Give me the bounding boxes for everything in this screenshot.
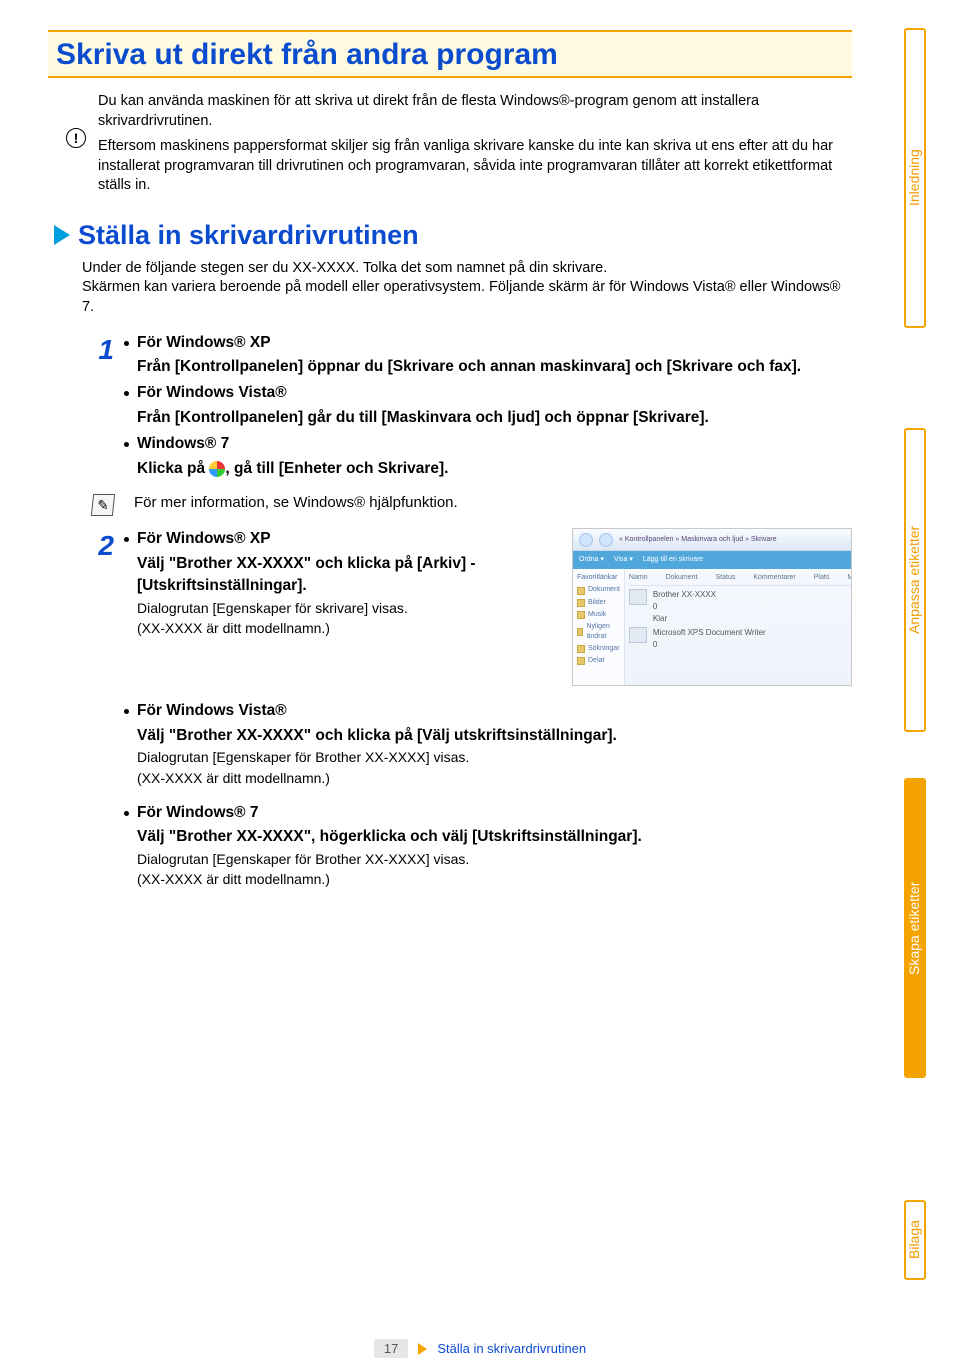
- step2-vista-s1: Dialogrutan [Egenskaper för Brother XX-X…: [124, 747, 852, 767]
- step2-vista-head: För Windows Vista®: [137, 702, 287, 719]
- heading-bar: Skriva ut direkt från andra program: [48, 30, 852, 78]
- step2-w7-s2: (XX-XXXX är ditt modellnamn.): [124, 869, 852, 889]
- note-text: För mer information, se Windows® hjälpfu…: [134, 494, 852, 516]
- section-title: Ställa in skrivardrivrutinen: [78, 220, 419, 251]
- sidebar-head: Favoritlänkar: [577, 573, 620, 583]
- step2-xp-s2: (XX-XXXX är ditt modellnamn.): [124, 618, 558, 638]
- intro-text-1: Du kan använda maskinen för att skriva u…: [98, 92, 846, 131]
- step2-xp-s1: Dialogrutan [Egenskaper för skrivare] vi…: [124, 598, 558, 618]
- note-row: ✎ För mer information, se Windows® hjälp…: [76, 488, 852, 522]
- bullet-icon: [124, 709, 129, 714]
- screenshot-thumbnail: « Kontrollpanelen » Maskinvara och ljud …: [572, 528, 852, 686]
- step2-xp-l1: Välj "Brother XX-XXXX" och klicka på [Ar…: [124, 553, 558, 598]
- caution-icon: !: [66, 128, 86, 148]
- footer: 17 Ställa in skrivardrivrutinen: [0, 1339, 960, 1358]
- tab-skapa[interactable]: Skapa etiketter: [904, 778, 926, 1078]
- forward-icon: [599, 533, 613, 547]
- bullet-icon: [124, 341, 129, 346]
- section-heading: Ställa in skrivardrivrutinen: [48, 210, 852, 255]
- bullet-icon: [124, 391, 129, 396]
- tab-bilaga[interactable]: Bilaga: [904, 1200, 926, 1280]
- breadcrumb: « Kontrollpanelen » Maskinvara och ljud …: [619, 535, 777, 545]
- intro-text-2: Eftersom maskinens pappersformat skiljer…: [98, 137, 846, 196]
- triangle-icon: [418, 1343, 427, 1355]
- step-number: 1: [76, 332, 124, 481]
- footer-breadcrumb: Ställa in skrivardrivrutinen: [437, 1341, 586, 1356]
- step1-xp-head: För Windows® XP: [137, 334, 271, 351]
- toolbar-item: Lägg till en skrivare: [643, 555, 703, 565]
- back-icon: [579, 533, 593, 547]
- page-title: Skriva ut direkt från andra program: [56, 38, 844, 72]
- step1-xp-body: Från [Kontrollpanelen] öppnar du [Skriva…: [124, 356, 852, 378]
- step1-vista-head: För Windows Vista®: [137, 384, 287, 401]
- toolbar-item: Ordna ▾: [579, 555, 604, 565]
- triangle-icon: [54, 225, 70, 245]
- windows-logo-icon: [209, 461, 225, 477]
- step2-w7-head: För Windows® 7: [137, 804, 259, 821]
- section-intro: Under de följande stegen ser du XX-XXXX.…: [48, 255, 852, 326]
- bullet-icon: [124, 537, 129, 542]
- tab-anpassa[interactable]: Anpassa etiketter: [904, 428, 926, 732]
- step2-w7-s1: Dialogrutan [Egenskaper för Brother XX-X…: [124, 849, 852, 869]
- note-icon: ✎: [91, 494, 115, 516]
- step-2: 2 För Windows® XP Välj "Brother XX-XXXX"…: [76, 528, 852, 889]
- step1-vista-body: Från [Kontrollpanelen] går du till [Mask…: [124, 407, 852, 429]
- toolbar-item: Visa ▾: [614, 555, 633, 565]
- side-tabs: Inledning Anpassa etiketter Skapa etiket…: [890, 0, 926, 1280]
- step1-w7-body: Klicka på , gå till [Enheter och Skrivar…: [124, 458, 852, 480]
- bullet-icon: [124, 811, 129, 816]
- step-number: 2: [76, 528, 124, 889]
- tab-inledning[interactable]: Inledning: [904, 28, 926, 328]
- step-1: 1 För Windows® XP Från [Kontrollpanelen]…: [76, 332, 852, 481]
- step2-vista-l1: Välj "Brother XX-XXXX" och klicka på [Vä…: [124, 725, 852, 747]
- step2-xp-head: För Windows® XP: [137, 530, 271, 547]
- intro-block: ! Du kan använda maskinen för att skriva…: [48, 88, 852, 210]
- page-number: 17: [374, 1339, 408, 1358]
- step2-vista-s2: (XX-XXXX är ditt modellnamn.): [124, 768, 852, 788]
- step2-w7-l1: Välj "Brother XX-XXXX", högerklicka och …: [124, 826, 852, 848]
- step1-w7-head: Windows® 7: [137, 435, 229, 452]
- bullet-icon: [124, 442, 129, 447]
